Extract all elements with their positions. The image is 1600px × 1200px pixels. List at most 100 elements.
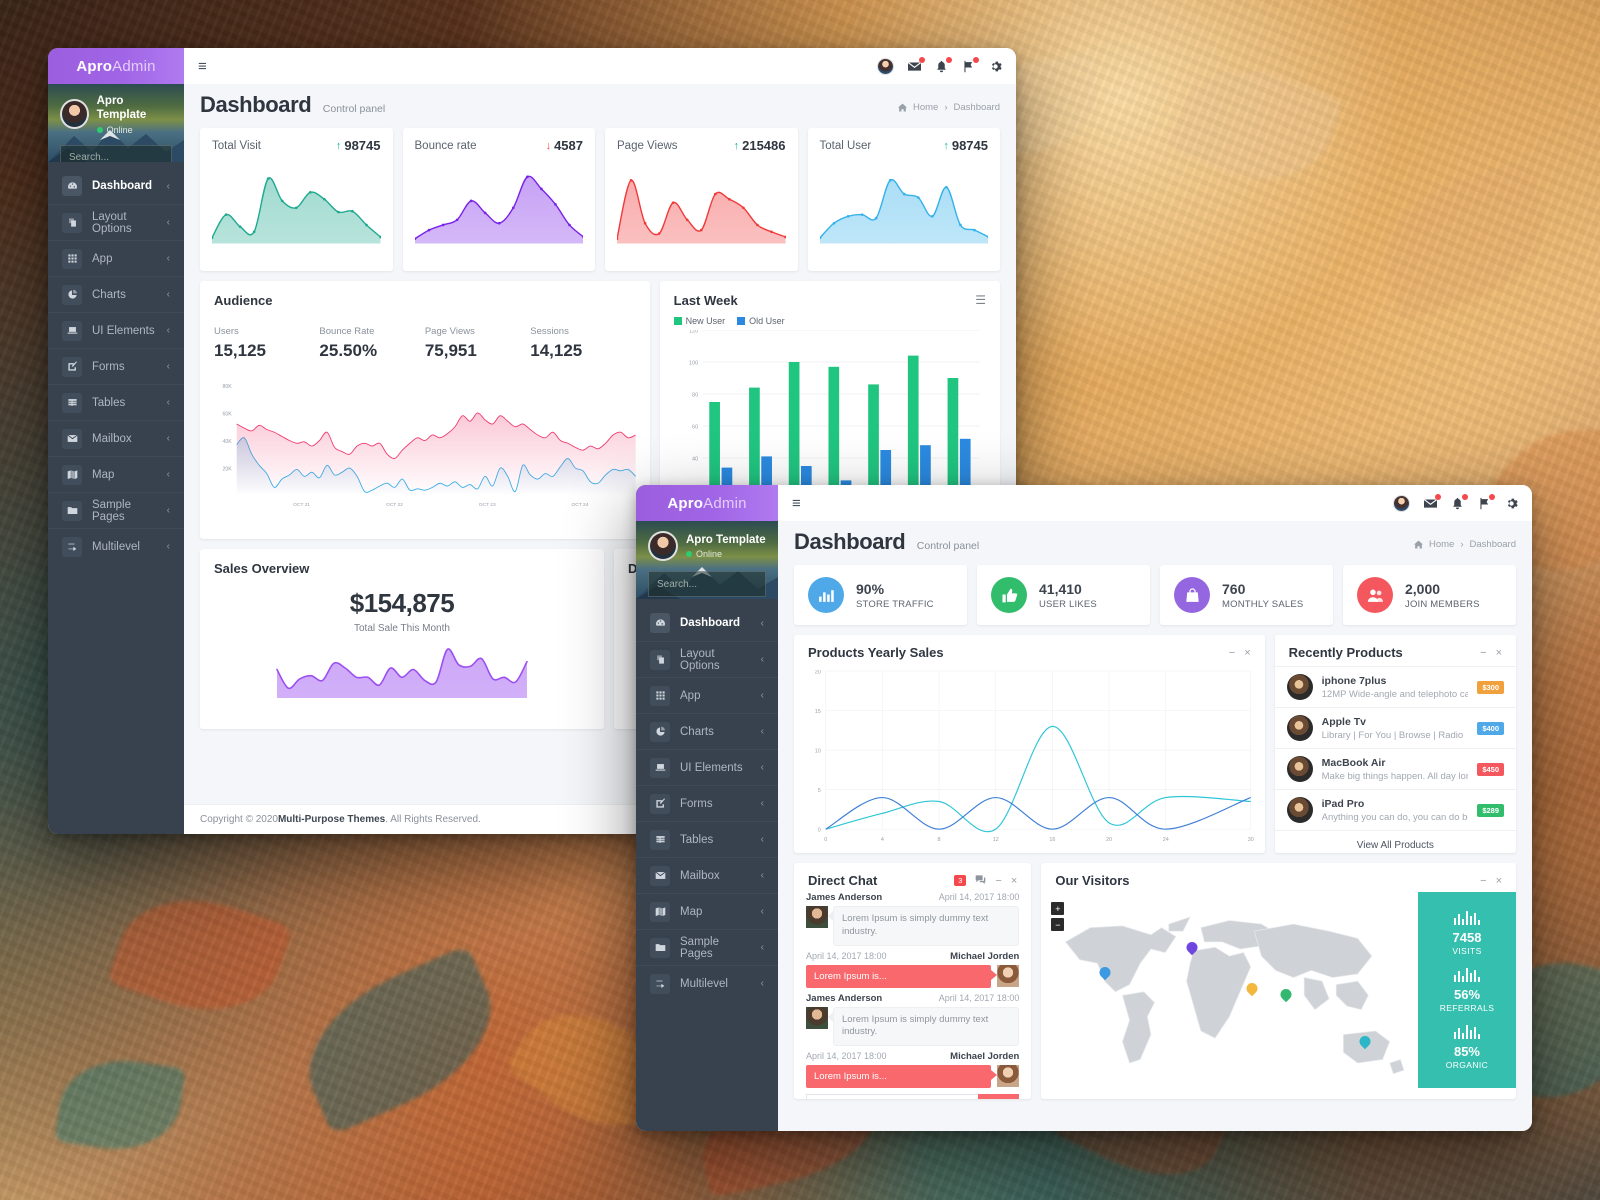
search-input[interactable] <box>61 152 184 162</box>
sidebar-item-multilevel[interactable]: Multilevel ‹ <box>48 528 184 564</box>
flag-icon-2[interactable] <box>1478 493 1495 510</box>
sidebar-item-tables[interactable]: Tables ‹ <box>48 384 184 420</box>
sidebar-item-app[interactable]: App ‹ <box>48 240 184 276</box>
sidebar-search-secondary[interactable] <box>648 571 778 597</box>
sidebar-item-sample-pages[interactable]: Sample Pages ‹ <box>636 929 778 965</box>
stat-card-bounce-rate[interactable]: Bounce rate ↓ 4587 <box>402 128 595 271</box>
search-input-2[interactable] <box>649 578 778 590</box>
sidebar-item-layout-options[interactable]: Layout Options ‹ <box>48 204 184 240</box>
sidebar-item-forms[interactable]: Forms ‹ <box>48 348 184 384</box>
svg-text:40: 40 <box>692 457 698 463</box>
minimize-icon[interactable]: − <box>1229 647 1235 659</box>
sidebar-item-charts[interactable]: Charts ‹ <box>636 713 778 749</box>
chevron-left-icon: ‹ <box>166 325 170 336</box>
online-dot-icon-2 <box>686 551 692 558</box>
stat-card-total-user[interactable]: Total User ↑ 98745 <box>807 128 1000 271</box>
map-zoom-out-button[interactable]: − <box>1051 918 1065 931</box>
close-icon-recent[interactable]: × <box>1496 647 1502 659</box>
sidebar-item-tables[interactable]: Tables ‹ <box>636 821 778 857</box>
avatar-secondary[interactable] <box>648 531 678 561</box>
sidebar-item-ui-elements[interactable]: UI Elements ‹ <box>636 749 778 785</box>
sidebar-primary: Apro Admin Apro Template Online Search..… <box>48 48 184 834</box>
breadcrumb-home[interactable]: Home <box>913 102 938 113</box>
legend-item[interactable]: New User <box>673 316 725 326</box>
close-icon-visitors[interactable]: × <box>1496 875 1502 887</box>
bell-icon-2[interactable] <box>1451 493 1468 510</box>
sidebar-item-app[interactable]: App ‹ <box>636 677 778 713</box>
browser-window-secondary[interactable]: Apro Admin Apro Template Online Search..… <box>636 485 1532 1131</box>
chat-timestamp: April 14, 2017 18:00 <box>938 992 1020 1003</box>
minimize-icon-chat[interactable]: − <box>995 875 1001 887</box>
info-box-caption: STORE TRAFFIC <box>856 598 934 610</box>
send-button[interactable]: Send <box>978 1094 1020 1099</box>
comments-icon[interactable] <box>975 874 986 888</box>
product-name: MacBook Air <box>1321 756 1386 769</box>
brand-logo[interactable]: Apro Admin <box>48 48 184 84</box>
envelope-icon[interactable] <box>908 56 925 73</box>
sidebar-item-map[interactable]: Map ‹ <box>636 893 778 929</box>
stat-card-title: Page Views <box>617 139 678 152</box>
info-box-monthly-sales[interactable]: 760 MONTHLY SALES <box>1160 565 1333 625</box>
info-box-store-traffic[interactable]: 90% STORE TRAFFIC <box>794 565 967 625</box>
hamburger-menu-icon[interactable]: ≡ <box>198 59 207 74</box>
user-status-label-2: Online <box>696 549 723 560</box>
brand-logo-secondary[interactable]: Apro Admin <box>636 485 778 521</box>
sidebar-item-dashboard[interactable]: Dashboard ‹ <box>636 605 778 641</box>
topbar-avatar[interactable] <box>877 57 894 75</box>
topbar-avatar-2[interactable] <box>1393 494 1410 512</box>
thumbs-up-icon <box>991 577 1027 613</box>
info-box-user-likes[interactable]: 41,410 USER LIKES <box>977 565 1150 625</box>
view-all-products-link[interactable]: View All Products <box>1274 830 1516 853</box>
stat-card-page-views[interactable]: Page Views ↑ 215486 <box>605 128 798 271</box>
products-yearly-sales-card: Products Yearly Sales − × 0 5 10 15 20 0 4 8 12 1… <box>794 635 1265 853</box>
sidebar-item-sample-pages[interactable]: Sample Pages ‹ <box>48 492 184 528</box>
sidebar-item-layout-options[interactable]: Layout Options ‹ <box>636 641 778 677</box>
sidebar-item-dashboard[interactable]: Dashboard ‹ <box>48 168 184 204</box>
products-chart: 0 5 10 15 20 0 4 8 12 16 20 24 30 <box>794 670 1265 846</box>
trend-arrow-icon: ↑ <box>733 139 740 152</box>
sidebar-item-ui-elements[interactable]: UI Elements ‹ <box>48 312 184 348</box>
minimize-icon-recent[interactable]: − <box>1480 647 1486 659</box>
sidebar-item-mailbox[interactable]: Mailbox ‹ <box>636 857 778 893</box>
sidebar-item-map[interactable]: Map ‹ <box>48 456 184 492</box>
legend-item[interactable]: Old User <box>737 316 785 326</box>
lastweek-title: Last Week <box>673 293 738 308</box>
product-list-item[interactable]: iphone 7plus 12MP Wide-angle and telephot… <box>1274 666 1516 707</box>
close-icon-chat[interactable]: × <box>1011 875 1017 887</box>
product-list-item[interactable]: Apple Tv Library | For You | Browse | Rad… <box>1274 707 1516 748</box>
product-list-item[interactable]: MacBook Air Make big things happen. All d… <box>1274 748 1516 789</box>
page-title: Dashboard <box>200 92 312 117</box>
chevron-left-icon: ‹ <box>166 180 170 192</box>
chevron-left-icon: ‹ <box>166 541 170 552</box>
flag-icon[interactable] <box>962 56 979 73</box>
envelope-icon-2[interactable] <box>1424 493 1441 510</box>
stat-card-value: ↑ 98745 <box>943 138 988 153</box>
visitor-stat-label: ORGANIC <box>1445 1060 1489 1071</box>
sidebar-item-label: UI Elements <box>92 324 155 337</box>
minimize-icon-visitors[interactable]: − <box>1480 875 1486 887</box>
world-map[interactable]: + − <box>1041 892 1418 1088</box>
sidebar-search[interactable] <box>60 144 184 162</box>
list-menu-icon[interactable]: ☰ <box>975 293 986 307</box>
chat-message-input[interactable] <box>806 1094 979 1099</box>
sidebar-item-forms[interactable]: Forms ‹ <box>636 785 778 821</box>
map-zoom-in-button[interactable]: + <box>1051 902 1065 915</box>
gear-icon-2[interactable] <box>1505 497 1518 510</box>
chat-input-row[interactable]: Send <box>806 1094 1020 1099</box>
sidebar-item-charts[interactable]: Charts ‹ <box>48 276 184 312</box>
gear-icon[interactable] <box>989 60 1002 73</box>
info-box-join-members[interactable]: 2,000 JOIN MEMBERS <box>1343 565 1516 625</box>
avatar[interactable] <box>60 99 89 130</box>
products-panel-title: Products Yearly Sales <box>808 645 944 660</box>
sidebar-item-multilevel[interactable]: Multilevel ‹ <box>636 965 778 1001</box>
breadcrumb-home-2[interactable]: Home <box>1429 539 1454 550</box>
product-list-item[interactable]: iPad Pro Anything you can do, you can do … <box>1274 789 1516 830</box>
close-icon[interactable]: × <box>1244 647 1250 659</box>
chat-badge[interactable]: 3 <box>954 875 967 886</box>
map-icon <box>650 901 670 922</box>
bell-icon[interactable] <box>935 56 952 73</box>
sidebar-item-mailbox[interactable]: Mailbox ‹ <box>48 420 184 456</box>
pencil-square-icon <box>650 793 670 814</box>
stat-card-total-visit[interactable]: Total Visit ↑ 98745 <box>200 128 393 271</box>
hamburger-menu-icon-2[interactable]: ≡ <box>792 496 801 511</box>
